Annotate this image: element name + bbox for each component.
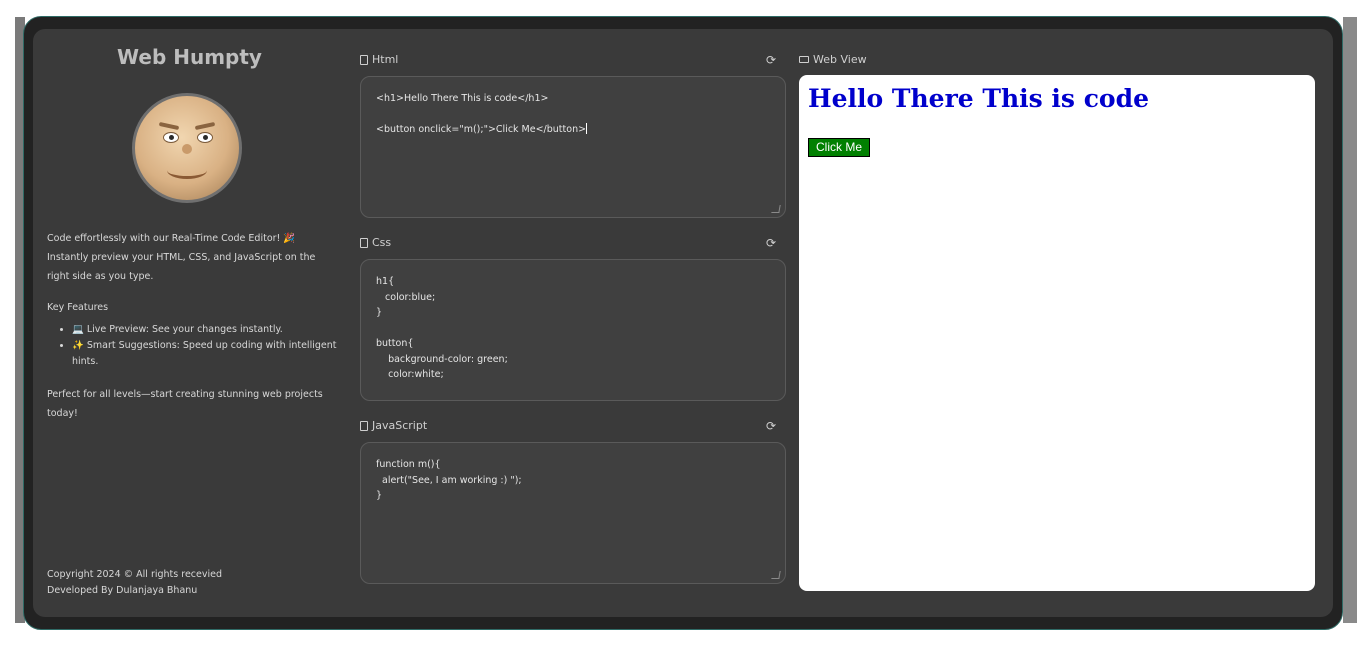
css-code: h1{ color:blue; } button{ background-col…	[376, 276, 508, 380]
avatar-eye-right	[197, 132, 213, 143]
sidebar: Web Humpty Code effortlessly with our Re…	[33, 29, 343, 617]
refresh-icon[interactable]: ⟳	[765, 54, 777, 66]
footer: Copyright 2024 © All rights recevied Dev…	[47, 567, 222, 599]
avatar-nose	[182, 144, 192, 154]
html-editor[interactable]: <h1>Hello There This is code</h1> <butto…	[360, 76, 786, 218]
monitor-icon	[799, 56, 809, 63]
app-container: Web Humpty Code effortlessly with our Re…	[33, 29, 1333, 617]
css-label-text: Css	[372, 236, 392, 249]
window-shadow-right	[1343, 17, 1357, 623]
js-editor[interactable]: function m(){ alert("See, I am working :…	[360, 442, 786, 584]
text-caret	[586, 123, 588, 134]
description: Code effortlessly with our Real-Time Cod…	[47, 233, 316, 282]
preview-click-me-button[interactable]: Click Me	[808, 138, 871, 157]
avatar-eye-left	[163, 132, 179, 143]
avatar-mouth	[167, 162, 207, 179]
webview-panel: Hello There This is code Click Me	[799, 75, 1315, 591]
html-editor-label: Html	[360, 53, 398, 66]
document-icon	[360, 420, 368, 431]
css-editor-label: Css	[360, 236, 391, 249]
closing-text: Perfect for all levels—start creating st…	[47, 389, 323, 419]
js-code: function m(){ alert("See, I am working :…	[376, 459, 522, 501]
resize-handle-icon[interactable]	[771, 571, 781, 579]
html-code: <h1>Hello There This is code</h1> <butto…	[376, 93, 587, 135]
features-list: 💻 Live Preview: See your changes instant…	[47, 322, 352, 370]
preview-heading: Hello There This is code	[808, 84, 1149, 113]
app-title: Web Humpty	[117, 45, 262, 69]
html-label-text: Html	[372, 53, 399, 66]
avatar-brow-right	[194, 121, 216, 131]
document-icon	[360, 54, 368, 65]
refresh-icon[interactable]: ⟳	[765, 237, 777, 249]
js-label-text: JavaScript	[372, 419, 428, 432]
webview-label-text: Web View	[813, 53, 867, 66]
js-editor-label: JavaScript	[360, 419, 427, 432]
css-editor[interactable]: h1{ color:blue; } button{ background-col…	[360, 259, 786, 401]
resize-handle-icon[interactable]	[771, 205, 781, 213]
document-icon	[360, 237, 368, 248]
refresh-icon[interactable]: ⟳	[765, 420, 777, 432]
avatar-brow-left	[158, 121, 180, 131]
developer-text: Developed By Dulanjaya Bhanu	[47, 585, 198, 596]
feature-item: ✨ Smart Suggestions: Speed up coding wit…	[72, 338, 352, 370]
webview-label: Web View	[799, 53, 867, 66]
feature-item: 💻 Live Preview: See your changes instant…	[72, 322, 352, 338]
copyright-text: Copyright 2024 © All rights recevied	[47, 569, 222, 580]
key-features-title: Key Features	[47, 302, 109, 313]
avatar	[132, 93, 242, 203]
